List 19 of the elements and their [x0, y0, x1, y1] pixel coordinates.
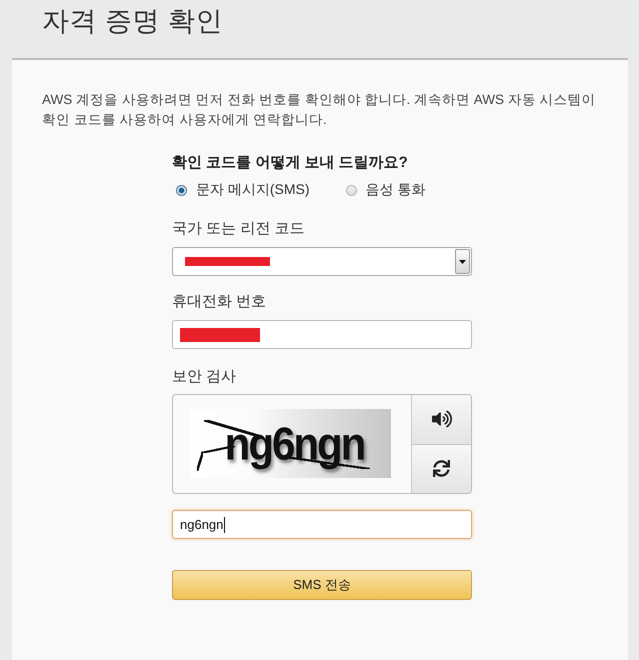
audio-captcha-button[interactable] — [412, 395, 471, 444]
radio-option[interactable]: 문자 메시지(SMS) — [176, 181, 310, 199]
input-value: ng6ngn — [180, 517, 224, 532]
field-label: 보안 검사 — [172, 367, 236, 387]
field-label: 국가 또는 리전 코드 — [172, 219, 305, 239]
refresh-icon — [433, 460, 450, 478]
question-text: 확인 코드를 어떻게 보내 드릴까요? — [172, 153, 408, 173]
send-sms-button[interactable]: SMS 전송 — [172, 570, 472, 600]
text-cursor — [224, 516, 226, 532]
country-select[interactable] — [172, 247, 472, 276]
field-label: 휴대전화 번호 — [172, 292, 266, 312]
captcha-answer-input[interactable]: ng6ngn — [172, 510, 472, 539]
captcha-text: ng6ngn — [224, 418, 364, 469]
speaker-icon — [432, 409, 452, 430]
page-title: 자격 증명 확인 — [42, 5, 224, 38]
phone-input[interactable] — [172, 320, 472, 349]
radio-option[interactable]: 음성 통화 — [346, 181, 426, 199]
intro-text: AWS 계정을 사용하려면 먼저 전화 번호를 확인해야 합니다. 계속하면 AWS 자동 시스템이 확인 코드를 사용하여 사용자에게 연락합니다. — [42, 91, 597, 129]
refresh-captcha-button[interactable] — [412, 444, 471, 493]
